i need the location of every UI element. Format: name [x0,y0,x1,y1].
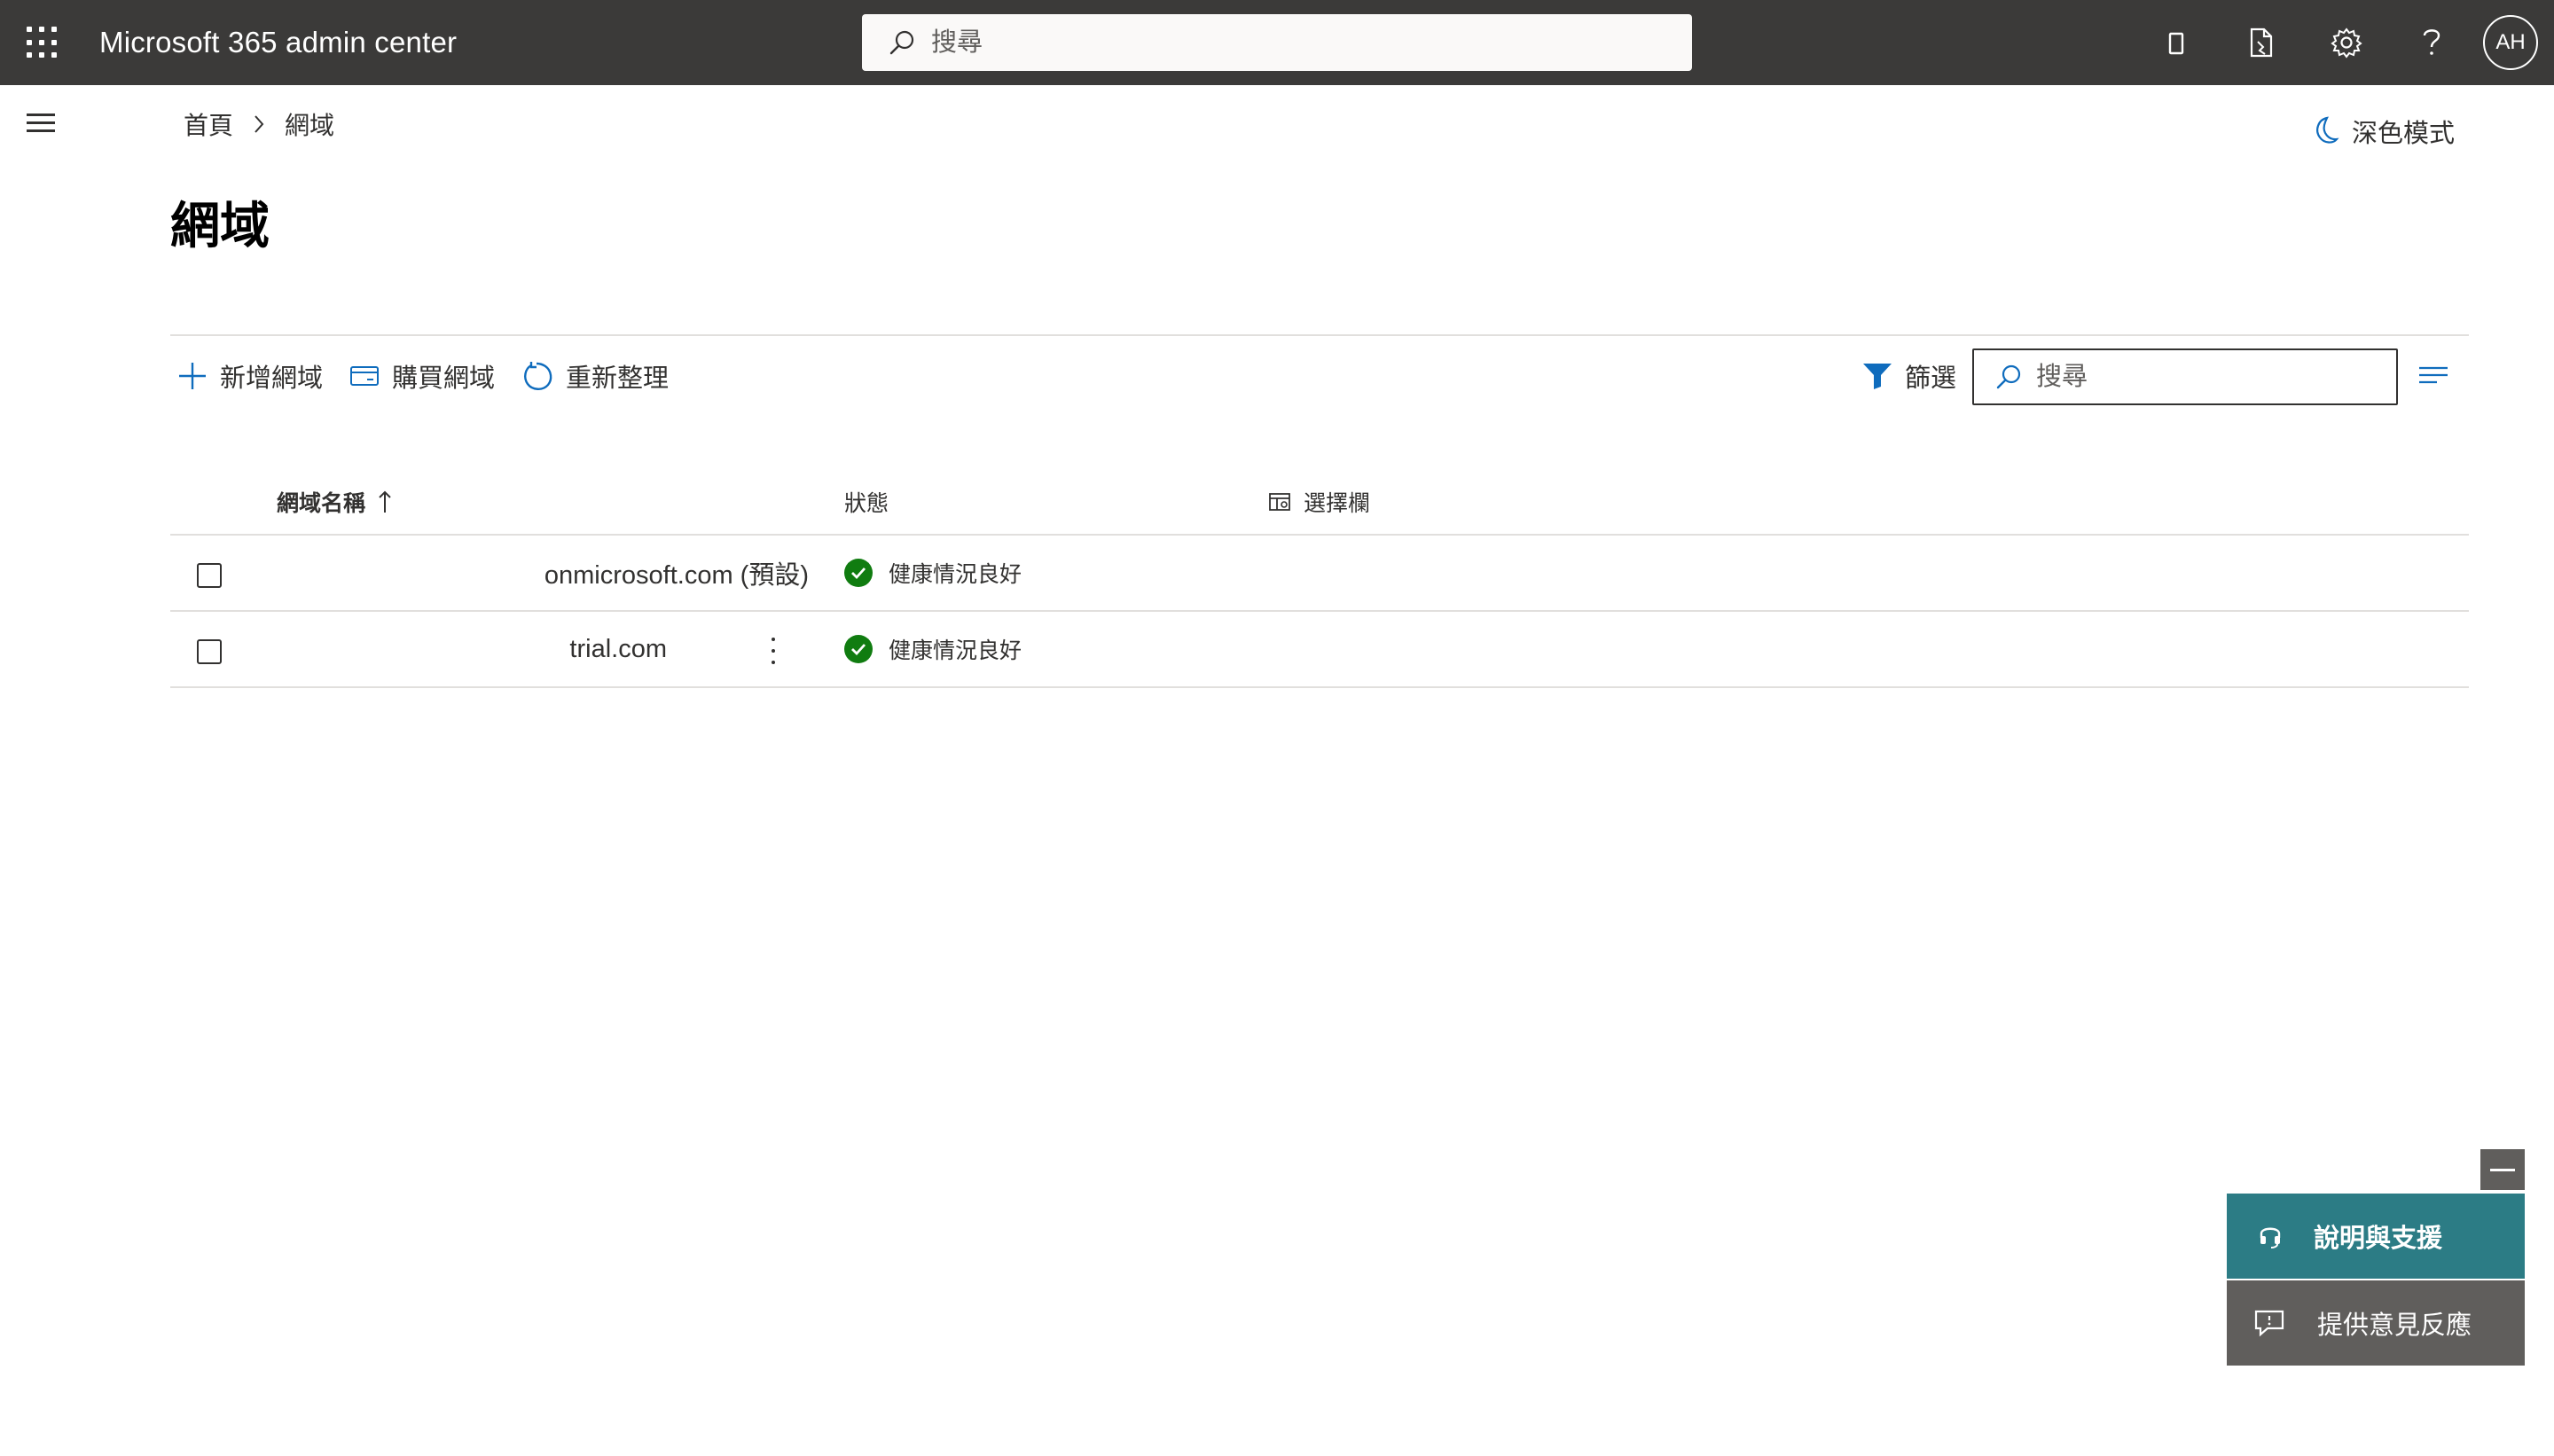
refresh-label: 重新整理 [566,364,670,393]
add-icon [179,363,206,389]
chevron-right-icon [253,114,265,135]
help-support-button[interactable]: 說明與支援 [2227,1194,2525,1279]
list-search-box[interactable] [1972,348,2398,405]
column-header-status[interactable]: 狀態 [844,486,889,518]
help-support-label: 說明與支援 [2314,1225,2443,1253]
columns-icon [1269,493,1290,511]
add-domain-button[interactable]: 新增網域 [177,357,323,395]
filter-label: 篩選 [1905,364,1957,393]
app-title[interactable]: Microsoft 365 admin center [99,0,457,85]
breadcrumb: 首頁 網域 [184,106,334,142]
filter-icon [1863,364,1892,389]
breadcrumb-current: 網域 [285,112,335,139]
feedback-icon [2254,1310,2284,1337]
view-options-icon[interactable] [2417,364,2449,388]
dark-mode-toggle[interactable]: 深色模式 [2309,112,2455,151]
global-search-input[interactable] [929,27,1657,59]
headset-icon [2260,1227,2281,1249]
minimize-help-button[interactable] [2480,1149,2525,1190]
card-icon [350,366,380,386]
help-icon[interactable] [2389,0,2474,85]
check-circle-icon [844,635,873,663]
refresh-button[interactable]: 重新整理 [521,357,669,395]
domain-name-link[interactable]: trial.com [170,635,667,664]
list-search-input[interactable] [2034,361,2371,393]
choose-columns-label: 選擇欄 [1304,491,1371,516]
search-icon [1996,364,2021,389]
feedback-label: 提供意見反應 [2317,1311,2472,1340]
settings-icon[interactable] [2304,0,2389,85]
choose-columns-button[interactable]: 選擇欄 [1268,486,1370,518]
page-title: 網域 [170,198,270,254]
table-row[interactable]: trial.com 健康情況良好 [170,612,2469,688]
refresh-icon [524,362,552,390]
table-header: 網域名稱 狀態 選擇欄 [170,470,2469,536]
moon-icon [2316,116,2339,144]
divider [170,334,2469,336]
status-cell: 健康情況良好 [844,633,1022,665]
mobile-icon[interactable] [2134,0,2219,85]
status-text: 健康情況良好 [889,638,1022,663]
global-search-box[interactable] [862,14,1692,71]
search-icon [889,30,914,55]
more-actions-icon[interactable] [763,635,784,667]
buy-domain-button[interactable]: 購買網域 [349,357,495,395]
breadcrumb-home[interactable]: 首頁 [184,106,233,142]
add-domain-label: 新增網域 [220,364,324,393]
column-header-name[interactable]: 網域名稱 [277,486,392,518]
dark-mode-label: 深色模式 [2352,120,2456,148]
document-icon[interactable] [2219,0,2304,85]
column-header-name-label: 網域名稱 [277,491,366,516]
status-text: 健康情況良好 [889,562,1022,587]
app-launcher-icon[interactable] [27,27,59,59]
filter-button[interactable]: 篩選 [1862,356,1956,395]
domain-name-link[interactable]: onmicrosoft.com (預設) [170,554,809,591]
top-bar-actions: AH [2134,0,2554,85]
feedback-button[interactable]: 提供意見反應 [2227,1280,2525,1366]
buy-domain-label: 購買網域 [392,364,496,393]
domains-table: 網域名稱 狀態 選擇欄 onmicrosoft.com (預設) 健康情況良好 [170,470,2469,688]
nav-menu-icon[interactable] [27,114,57,137]
status-cell: 健康情況良好 [844,557,1022,589]
table-row[interactable]: onmicrosoft.com (預設) 健康情況良好 [170,536,2469,612]
check-circle-icon [844,559,873,587]
sort-ascending-icon [379,490,391,513]
command-bar: 新增網域 購買網域 重新整理 [177,353,695,399]
avatar[interactable]: AH [2483,15,2538,70]
top-bar: Microsoft 365 admin center 搜尋 AH [0,0,2554,85]
